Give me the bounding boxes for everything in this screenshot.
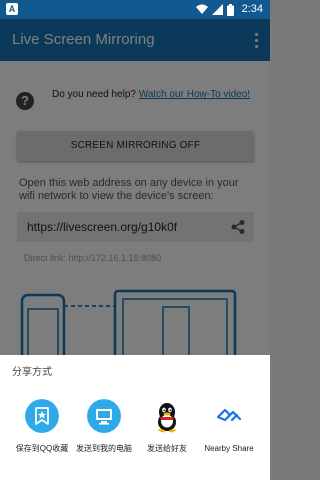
qq-favorites-star-icon bbox=[25, 399, 59, 433]
nearby-share-icon bbox=[216, 408, 242, 422]
status-bar: A 2:34 bbox=[0, 0, 270, 19]
share-target-label: Nearby Share bbox=[204, 444, 254, 453]
signal-icon bbox=[212, 4, 223, 15]
qq-penguin-icon bbox=[157, 403, 177, 433]
share-target-my-computer[interactable]: 发送到我的电脑 bbox=[71, 399, 137, 475]
share-sheet-title: 分享方式 bbox=[12, 367, 52, 378]
send-to-computer-icon bbox=[87, 399, 121, 433]
share-target-label: 保存到QQ收藏 bbox=[15, 444, 69, 453]
share-target-label: 发送到我的电脑 bbox=[76, 444, 132, 453]
share-sheet: 分享方式 保存到QQ收藏 发送到我的电脑 发送给好友 Nearby Share bbox=[0, 355, 270, 480]
notification-icon: A bbox=[6, 3, 18, 15]
share-target-nearby-share[interactable]: Nearby Share bbox=[196, 399, 262, 475]
share-target-label: 发送给好友 bbox=[147, 444, 187, 453]
share-target-qq-friend[interactable]: 发送给好友 bbox=[134, 399, 200, 475]
status-icons bbox=[196, 3, 234, 16]
battery-icon bbox=[227, 3, 234, 16]
share-target-qq-favorites[interactable]: 保存到QQ收藏 bbox=[9, 399, 75, 475]
wifi-icon bbox=[196, 4, 208, 14]
clock: 2:34 bbox=[241, 3, 263, 15]
